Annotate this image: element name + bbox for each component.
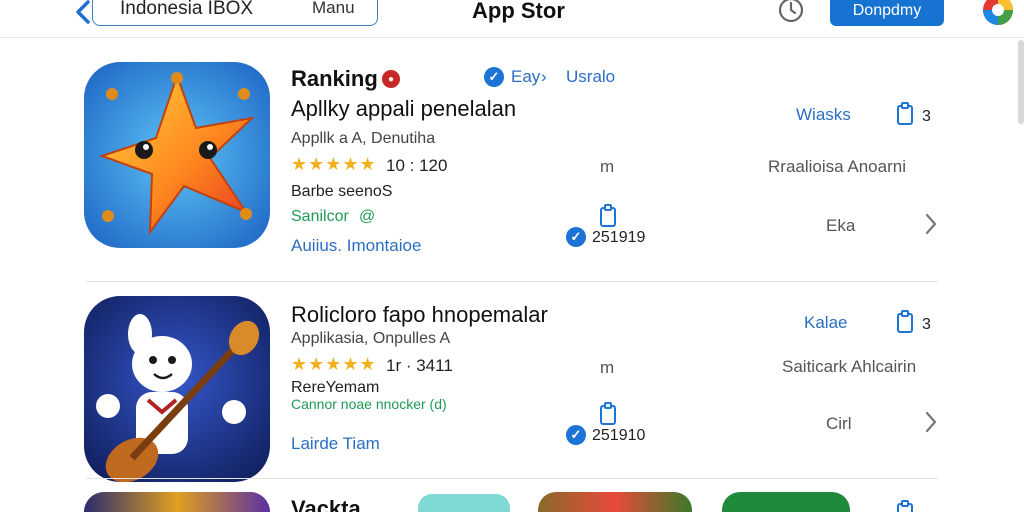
download-count: 251910 [592,427,646,444]
verified-check-icon: ✓ [484,67,504,87]
app-category: Barbe seenoS [291,183,393,200]
clipboard-icon[interactable] [599,204,617,228]
app-name[interactable]: Vackta [291,496,361,512]
rating-count: 10 : 120 [386,156,448,175]
chevron-right-icon[interactable] [924,212,938,236]
badge-link[interactable]: Usralo [566,67,615,87]
clipboard-icon[interactable] [599,402,617,426]
app-icon-star-mascot[interactable] [84,62,270,248]
app-link[interactable]: Lairde Tiam [291,434,380,454]
page-title: App Stor [472,0,565,23]
app-tag: Sanilcor [291,208,349,225]
screenshot-thumbnail[interactable] [418,494,510,512]
clock-icon[interactable] [777,0,805,24]
rank-badge-icon: ● [382,70,400,88]
row-divider [86,478,938,479]
top-bar: Indonesia IBOX Manu App Stor Donpdmy [0,0,1024,38]
app-name[interactable]: Rolicloro fapo hnopemalar [291,302,548,328]
verified-check-icon: ✓ [566,425,586,445]
star-rating: ★★★★★ [291,154,377,174]
download-button[interactable]: Donpdmy [830,0,944,26]
app-icon-partial[interactable] [84,492,270,512]
action-count: 3 [922,316,931,333]
action-label[interactable]: Kalae [804,313,847,333]
app-tag-symbol: @ [359,208,376,225]
action-label[interactable]: Wiasks [796,105,851,125]
app-developer: Appllk a A, Denutiha [291,130,436,147]
app-heading: Ranking [291,66,378,91]
chevron-right-small-icon: › [541,67,547,86]
mid-label: m [600,157,615,176]
action-count: 3 [922,108,931,125]
search-input-value: Indonesia IBOX [120,0,254,19]
download-button-label: Donpdmy [852,2,922,19]
get-button-label[interactable]: Eka [826,216,855,236]
get-button-label[interactable]: Cirl [826,414,852,434]
app-tag: Cannor noae nnocker (d) [291,396,447,412]
scrollbar[interactable] [1018,40,1024,124]
app-link[interactable]: Auiius. Imontaioe [291,236,421,256]
row-divider [86,281,938,282]
app-category: RereYemam [291,379,380,396]
badge-label[interactable]: Eay [511,67,540,87]
app-icon-guitar-mascot[interactable] [84,296,270,482]
publisher-text: Saiticark Ahlcairin [782,357,917,376]
mid-label: m [600,358,615,377]
chevron-right-icon[interactable] [924,410,938,434]
screenshot-thumbnail[interactable] [538,492,692,512]
star-rating: ★★★★★ [291,354,377,374]
clipboard-icon[interactable] [896,102,914,126]
profile-avatar-icon[interactable] [982,0,1014,26]
screenshot-thumbnail[interactable] [722,492,850,512]
app-developer: Applikasia, Onpulles A [291,330,451,347]
clipboard-icon[interactable] [896,310,914,334]
search-menu-label[interactable]: Manu [312,0,355,18]
verified-check-icon: ✓ [566,227,586,247]
rating-count: 1r · 3411 [386,356,453,375]
clipboard-icon[interactable] [896,500,914,512]
download-count: 251919 [592,229,646,246]
app-name[interactable]: Apllky appali penelalan [291,96,516,122]
publisher-text: Rraalioisa Anoarni [768,157,906,176]
